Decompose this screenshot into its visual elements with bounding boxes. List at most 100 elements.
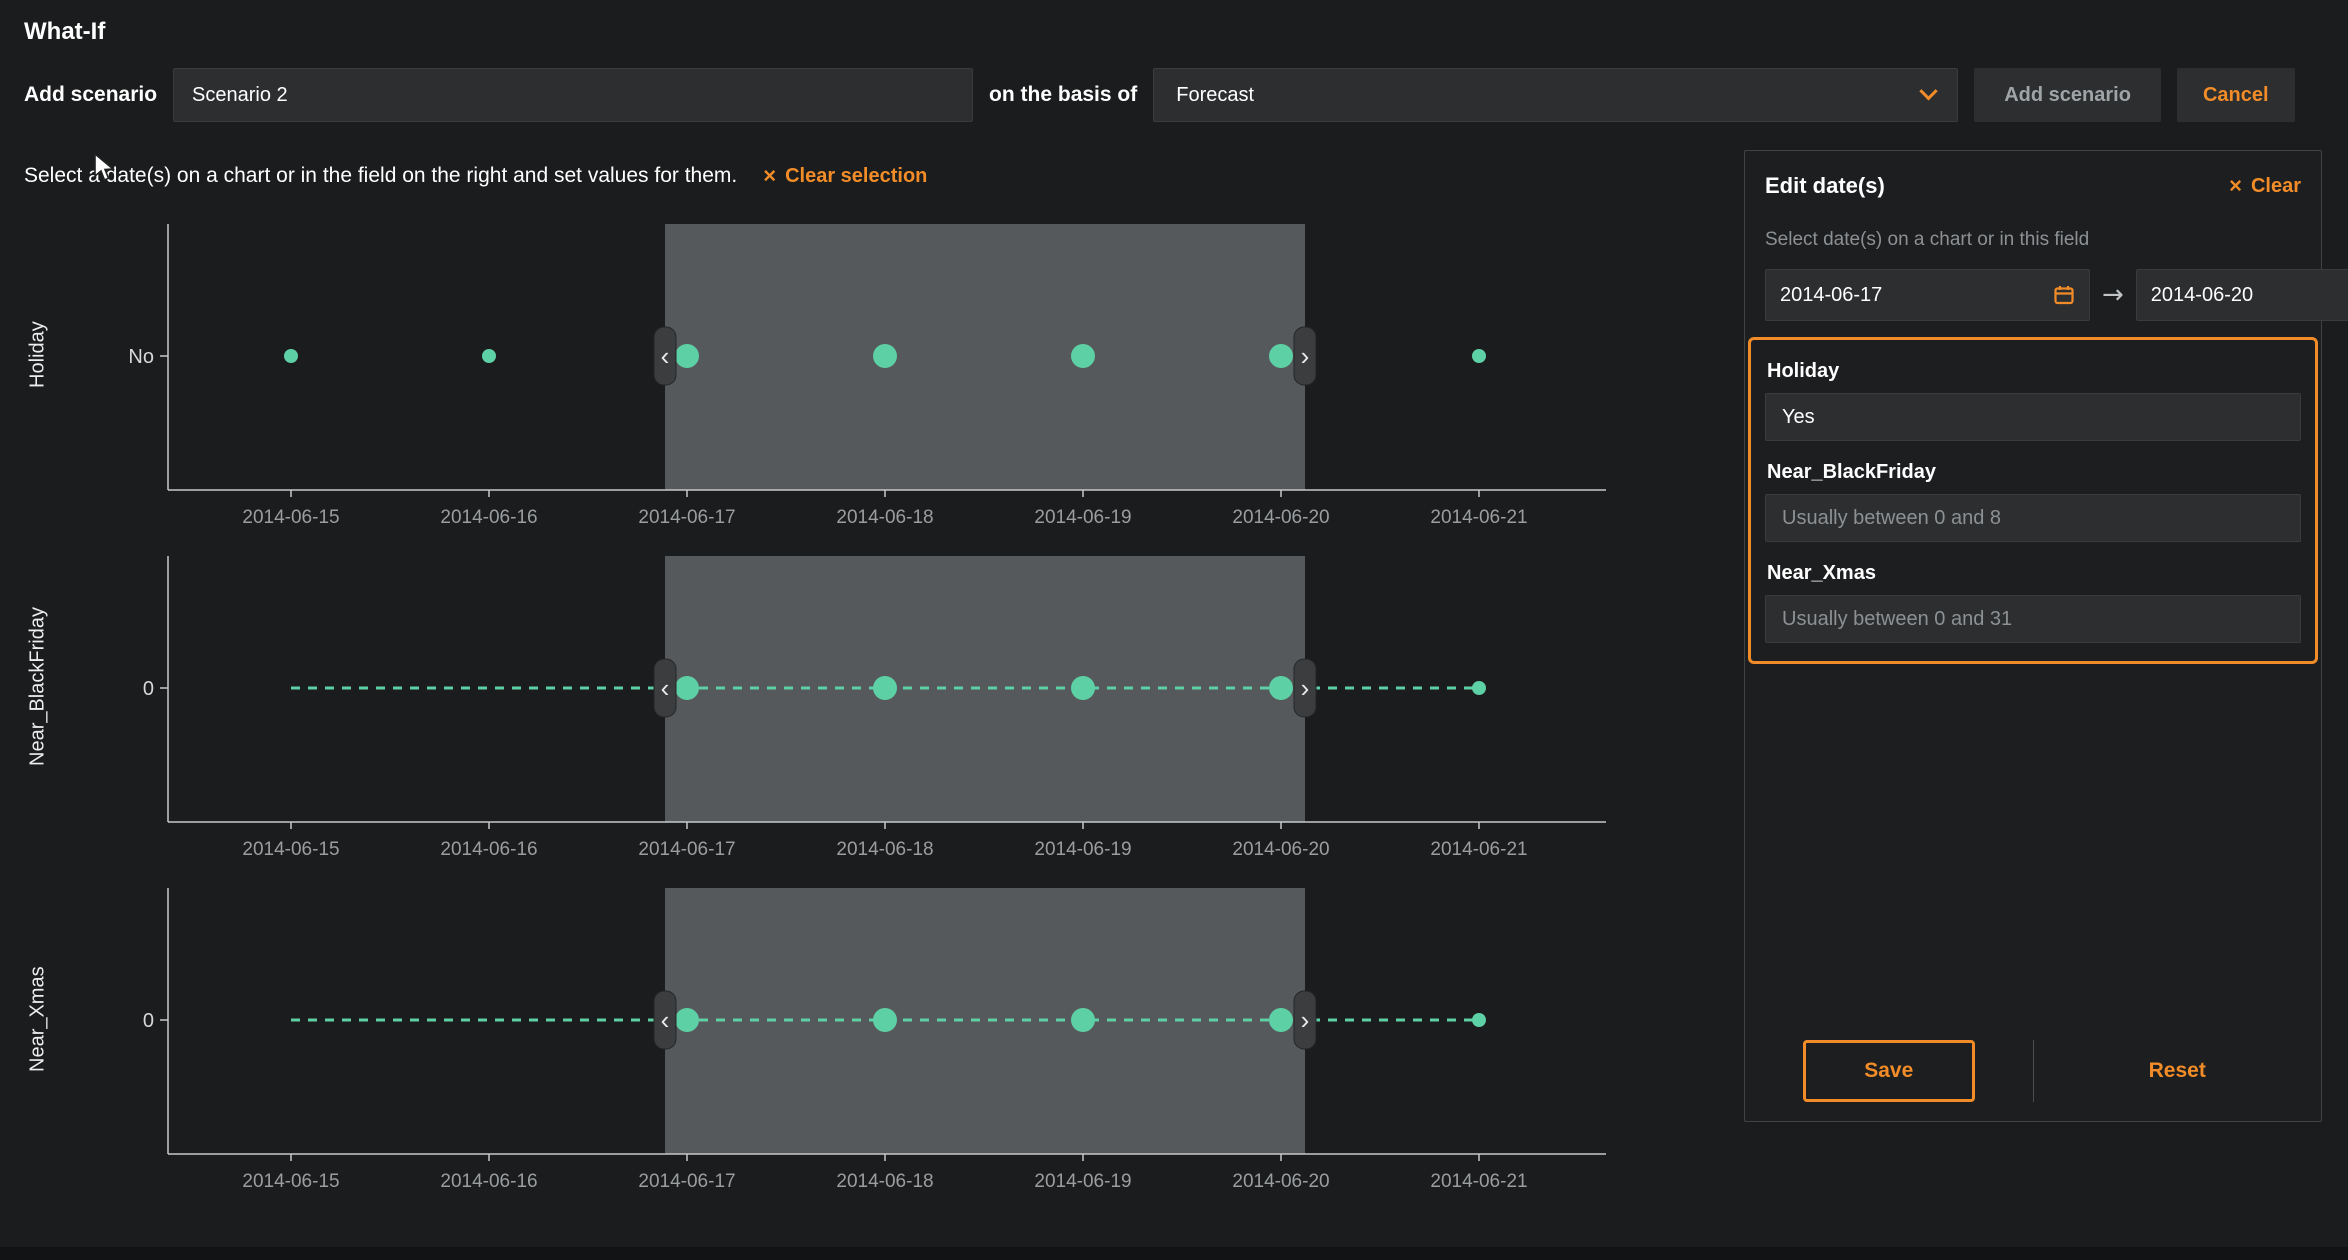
- feature-fields-group: Holiday Near_BlackFriday Near_Xmas: [1748, 337, 2318, 664]
- date-to-input[interactable]: [2151, 284, 2348, 307]
- chart-plot-holiday[interactable]: No2014-06-152014-06-162014-06-172014-06-…: [76, 220, 1636, 534]
- chart-axis-title: Near_BlackFriday: [0, 552, 76, 822]
- x-tick-label[interactable]: 2014-06-17: [638, 839, 735, 860]
- selection-handle-left[interactable]: ‹: [654, 659, 676, 717]
- add-scenario-label: Add scenario: [24, 83, 157, 107]
- hand-cursor-icon: [92, 152, 120, 182]
- svg-text:›: ›: [1301, 673, 1310, 703]
- selection-band[interactable]: [665, 224, 1305, 490]
- data-point[interactable]: [1472, 681, 1486, 695]
- basis-select[interactable]: Forecast: [1153, 68, 1958, 122]
- data-point[interactable]: [1269, 344, 1293, 368]
- data-point[interactable]: [1071, 1008, 1095, 1032]
- x-tick-label[interactable]: 2014-06-17: [638, 1171, 735, 1192]
- x-tick-label[interactable]: 2014-06-18: [836, 839, 933, 860]
- close-icon: ×: [763, 165, 776, 187]
- field-label-near-xmas: Near_Xmas: [1767, 562, 2299, 585]
- bottom-bar: [0, 1247, 2348, 1260]
- x-tick-label[interactable]: 2014-06-18: [836, 507, 933, 528]
- close-icon: ×: [2229, 175, 2242, 197]
- date-range-row: →: [1765, 269, 2301, 321]
- selection-handle-right[interactable]: ›: [1294, 659, 1316, 717]
- x-tick-label[interactable]: 2014-06-16: [440, 839, 537, 860]
- x-tick-label[interactable]: 2014-06-20: [1232, 507, 1329, 528]
- reset-button[interactable]: Reset: [2149, 1059, 2206, 1083]
- data-point[interactable]: [675, 676, 699, 700]
- data-point[interactable]: [1071, 676, 1095, 700]
- data-point[interactable]: [482, 349, 496, 363]
- edit-dates-panel: Edit date(s) × Clear Select date(s) on a…: [1744, 150, 2322, 1122]
- data-point[interactable]: [1269, 676, 1293, 700]
- data-point[interactable]: [1472, 349, 1486, 363]
- chart-plot-near-xmas[interactable]: 0 2014-06-15 2014-06-16 2014-06-17 2014-06-1…: [76, 884, 1636, 1198]
- x-tick-label[interactable]: 2014-06-15: [242, 1171, 339, 1192]
- panel-hint: Select date(s) on a chart or in this fie…: [1765, 229, 2301, 251]
- chevron-down-icon: [1920, 82, 1938, 100]
- date-to-box[interactable]: [2136, 269, 2348, 321]
- clear-button[interactable]: × Clear: [2229, 175, 2301, 198]
- chart-axis-title: Holiday: [0, 220, 76, 490]
- x-tick-label[interactable]: 2014-06-20: [1232, 1171, 1329, 1192]
- x-tick-label[interactable]: 2014-06-18: [836, 1171, 933, 1192]
- data-point[interactable]: [873, 1008, 897, 1032]
- selection-handle-right[interactable]: ›: [1294, 991, 1316, 1049]
- x-tick-label[interactable]: 2014-06-15: [242, 839, 339, 860]
- data-point[interactable]: [873, 344, 897, 368]
- basis-select-value: Forecast: [1176, 84, 1254, 107]
- clear-button-label: Clear: [2251, 175, 2301, 198]
- x-tick-label[interactable]: 2014-06-21: [1430, 839, 1527, 860]
- svg-text:‹: ‹: [661, 1005, 670, 1035]
- field-label-holiday: Holiday: [1767, 360, 2299, 383]
- save-button[interactable]: Save: [1803, 1040, 1975, 1102]
- date-from-input[interactable]: [1780, 284, 2045, 307]
- scenario-name-input[interactable]: [173, 68, 973, 122]
- date-from-box[interactable]: [1765, 269, 2090, 321]
- selection-handle-right[interactable]: ›: [1294, 327, 1316, 385]
- page-title: What-If: [24, 18, 2324, 46]
- field-input-near-xmas[interactable]: [1765, 595, 2301, 643]
- data-point[interactable]: [1472, 1013, 1486, 1027]
- panel-header: Edit date(s) × Clear: [1745, 173, 2321, 199]
- footer-save-area: Save: [1745, 1040, 2033, 1102]
- data-point[interactable]: [873, 676, 897, 700]
- footer-reset-area: Reset: [2034, 1059, 2322, 1083]
- chart-plot-near-blackfriday[interactable]: 0 2014-06-15 2014-06-16 2014-06-17 2014-06-1…: [76, 552, 1636, 866]
- instruction-text: Select a date(s) on a chart or in the fi…: [24, 164, 737, 188]
- selection-handle-left[interactable]: ‹: [654, 327, 676, 385]
- x-tick-label[interactable]: 2014-06-17: [638, 507, 735, 528]
- x-tick-label[interactable]: 2014-06-19: [1034, 1171, 1131, 1192]
- svg-text:›: ›: [1301, 1005, 1310, 1035]
- x-tick-label[interactable]: 2014-06-15: [242, 507, 339, 528]
- x-tick-label[interactable]: 2014-06-19: [1034, 839, 1131, 860]
- data-point[interactable]: [1071, 344, 1095, 368]
- arrow-right-icon: →: [2102, 280, 2124, 310]
- svg-text:‹: ‹: [661, 341, 670, 371]
- x-tick-label[interactable]: 2014-06-21: [1430, 507, 1527, 528]
- cancel-button[interactable]: Cancel: [2177, 68, 2295, 122]
- basis-label: on the basis of: [989, 83, 1137, 107]
- toolbar: Add scenario on the basis of Forecast Ad…: [0, 68, 2348, 122]
- svg-text:›: ›: [1301, 341, 1310, 371]
- field-input-near-blackfriday[interactable]: [1765, 494, 2301, 542]
- chart-axis-title: Near_Xmas: [0, 884, 76, 1154]
- data-point[interactable]: [675, 1008, 699, 1032]
- x-tick-label[interactable]: 2014-06-21: [1430, 1171, 1527, 1192]
- field-input-holiday[interactable]: [1765, 393, 2301, 441]
- data-point[interactable]: [1269, 1008, 1293, 1032]
- x-tick-label[interactable]: 2014-06-16: [440, 1171, 537, 1192]
- x-tick-label[interactable]: 2014-06-19: [1034, 507, 1131, 528]
- add-scenario-button[interactable]: Add scenario: [1974, 68, 2161, 122]
- y-tick-label: 0: [143, 678, 154, 700]
- page-header: What-If: [0, 0, 2348, 46]
- clear-selection-label: Clear selection: [785, 165, 927, 188]
- clear-selection-button[interactable]: × Clear selection: [763, 165, 927, 188]
- selection-handle-left[interactable]: ‹: [654, 991, 676, 1049]
- calendar-icon[interactable]: [2053, 284, 2075, 306]
- data-point[interactable]: [675, 344, 699, 368]
- x-tick-label[interactable]: 2014-06-16: [440, 507, 537, 528]
- data-point[interactable]: [284, 349, 298, 363]
- x-tick-label[interactable]: 2014-06-20: [1232, 839, 1329, 860]
- y-tick-label: 0: [143, 1010, 154, 1032]
- field-label-near-blackfriday: Near_BlackFriday: [1767, 461, 2299, 484]
- svg-text:‹: ‹: [661, 673, 670, 703]
